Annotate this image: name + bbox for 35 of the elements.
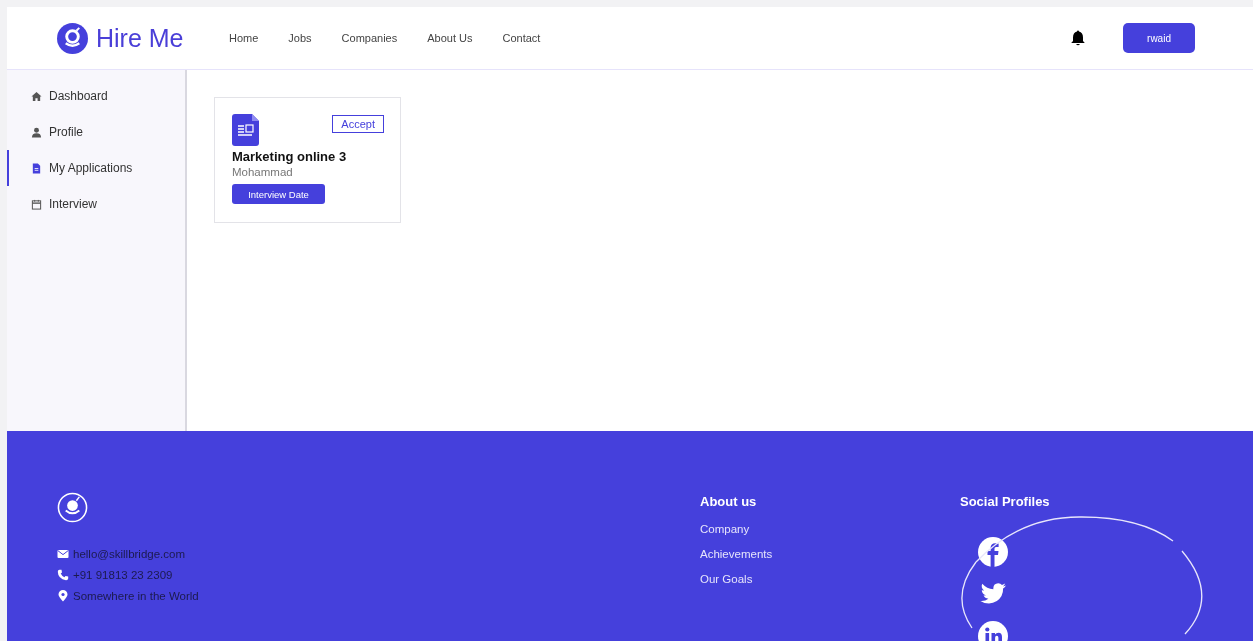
sidebar-item[interactable]: My Applications (7, 150, 185, 186)
phone-icon (57, 569, 69, 581)
bell-icon[interactable] (1069, 29, 1087, 47)
envelope-icon (57, 548, 69, 560)
nav-link[interactable]: Companies (341, 32, 398, 44)
company-name: Mohammad (232, 166, 294, 178)
nav-link[interactable]: Home (229, 32, 259, 44)
user-icon (31, 126, 42, 138)
status-button[interactable]: Accept (332, 115, 384, 133)
sidebar-item[interactable]: Interview (7, 186, 185, 222)
contact-text: +91 91813 23 2309 (73, 569, 173, 581)
footer-heading: About us (700, 494, 758, 509)
nav-link[interactable]: Contact (502, 32, 541, 44)
contact-text: hello@skillbridge.com (73, 548, 186, 560)
logo-icon (57, 22, 88, 54)
footer-heading: Social Profiles (960, 494, 1051, 509)
footer-link[interactable]: Our Goals (700, 573, 960, 585)
home-icon (31, 90, 42, 102)
footer-link[interactable]: Achievements (700, 548, 960, 560)
document-icon (31, 162, 42, 174)
job-title: Marketing online 3 (232, 149, 348, 164)
document-icon (232, 114, 259, 146)
nav-link[interactable]: Jobs (288, 32, 312, 44)
footer-link[interactable]: Company (700, 523, 960, 535)
sidebar-item[interactable]: Dashboard (7, 78, 185, 114)
sidebar-item[interactable]: Profile (7, 114, 185, 150)
calendar-icon (31, 198, 42, 210)
location-pin-icon (57, 590, 69, 602)
contact-text: Somewhere in the World (73, 590, 199, 602)
user-button[interactable]: rwaid (1123, 23, 1195, 53)
interview-date-button[interactable]: Interview Date (232, 184, 325, 204)
brand-name[interactable]: Hire Me (96, 23, 184, 53)
nav-link[interactable]: About Us (427, 32, 473, 44)
logo-icon (57, 492, 88, 523)
facebook-icon[interactable] (978, 537, 1008, 567)
